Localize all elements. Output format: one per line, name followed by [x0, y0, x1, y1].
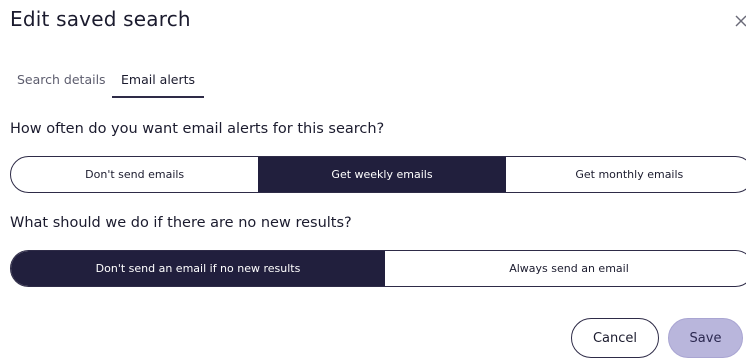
- option-dont-send-if-no-results[interactable]: Don't send an email if no new results: [11, 251, 385, 286]
- frequency-selector: Don't send emails Get weekly emails Get …: [10, 156, 746, 193]
- no-results-selector: Don't send an email if no new results Al…: [10, 250, 746, 287]
- close-button[interactable]: [733, 10, 746, 32]
- save-button[interactable]: Save: [668, 318, 743, 358]
- cancel-button[interactable]: Cancel: [571, 318, 659, 358]
- dialog-title: Edit saved search: [10, 7, 191, 31]
- option-weekly-emails[interactable]: Get weekly emails: [258, 157, 506, 192]
- close-icon: [735, 15, 746, 27]
- tab-email-alerts[interactable]: Email alerts: [112, 70, 204, 98]
- no-results-question: What should we do if there are no new re…: [10, 215, 352, 231]
- tab-search-details[interactable]: Search details: [17, 70, 106, 98]
- frequency-question: How often do you want email alerts for t…: [10, 121, 385, 137]
- option-always-send-email[interactable]: Always send an email: [385, 251, 746, 286]
- option-monthly-emails[interactable]: Get monthly emails: [506, 157, 746, 192]
- option-dont-send-emails[interactable]: Don't send emails: [11, 157, 258, 192]
